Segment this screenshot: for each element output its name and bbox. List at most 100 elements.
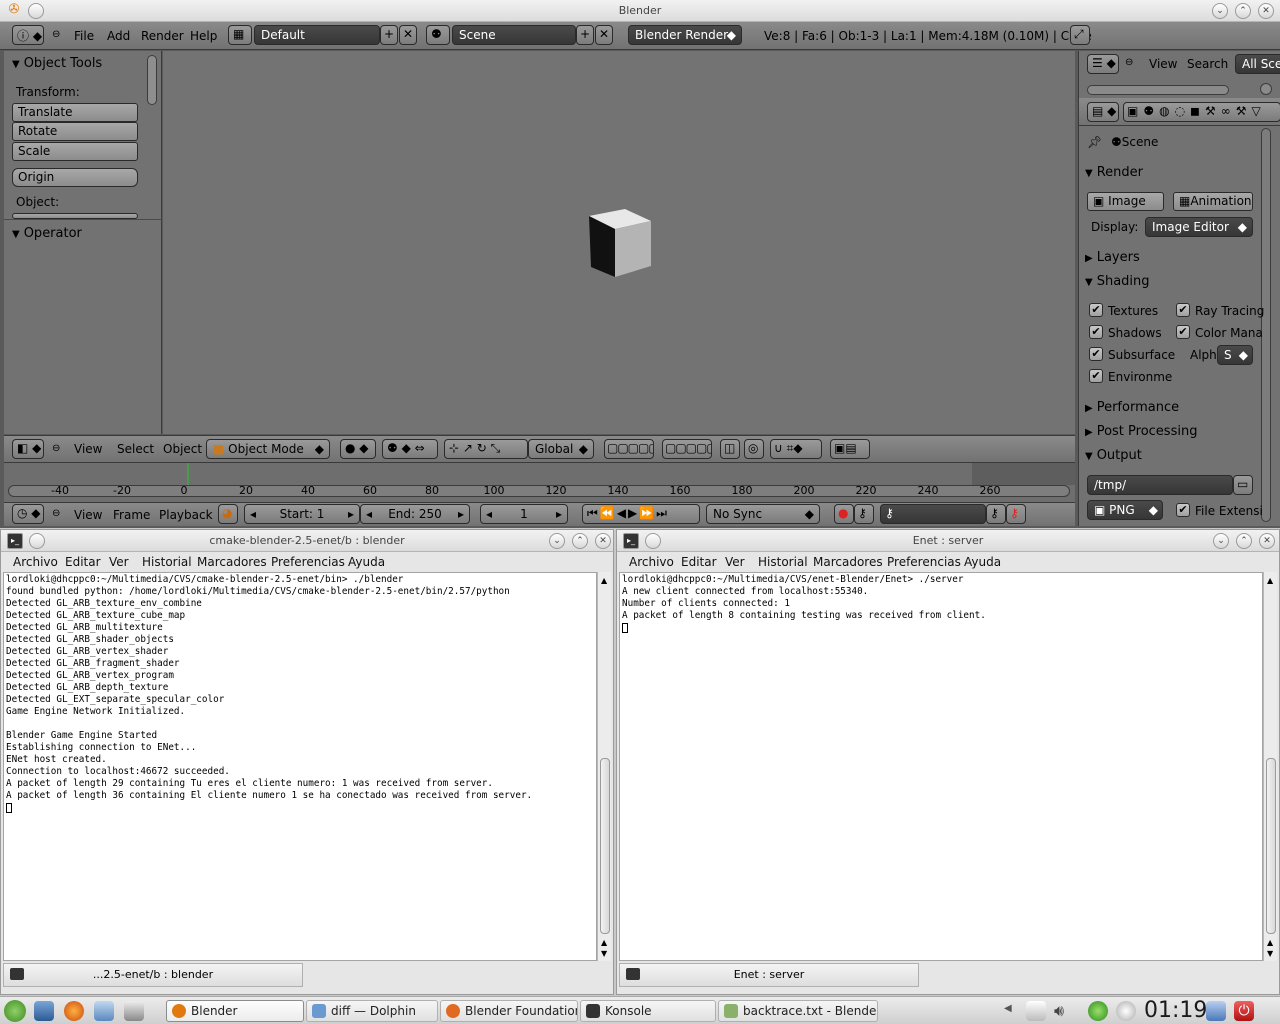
menu-editar[interactable]: Editar: [681, 555, 717, 569]
maximize-icon[interactable]: ⌃: [1235, 3, 1251, 19]
3d-viewport[interactable]: [163, 51, 1075, 434]
lock-screen-icon[interactable]: [1206, 1001, 1226, 1021]
folder-icon[interactable]: ▭: [1233, 475, 1253, 495]
menu-ayuda[interactable]: Ayuda: [964, 555, 1001, 569]
sync-select[interactable]: No Sync ◆: [706, 504, 820, 524]
scroll-down-icon[interactable]: ▼: [601, 949, 607, 958]
shadows-checkbox[interactable]: ✔: [1089, 325, 1103, 339]
minimize-icon[interactable]: ⌄: [1212, 3, 1228, 19]
task-backtrace[interactable]: backtrace.txt - Blender - C: [718, 1000, 878, 1022]
menu-preferencias[interactable]: Preferencias: [887, 555, 961, 569]
manipulator-buttons[interactable]: ⊹ ↗ ↻ ⤡: [444, 439, 528, 459]
viewport-shading-select[interactable]: ● ◆: [340, 439, 376, 459]
display-select[interactable]: Image Editor ◆: [1145, 217, 1253, 237]
operator-header[interactable]: ▼ Operator: [12, 226, 82, 241]
window-menu-icon[interactable]: [29, 533, 45, 549]
maximize-icon[interactable]: ⌃: [1236, 533, 1252, 549]
menu-editar[interactable]: Editar: [65, 555, 101, 569]
properties-scrollbar[interactable]: [1261, 128, 1271, 522]
terminal-output-right[interactable]: lordloki@dhcppc0:~/Multimedia/CVS/enet-B…: [619, 572, 1263, 961]
close-icon[interactable]: ✕: [595, 533, 611, 549]
menu-render[interactable]: Render: [141, 29, 184, 43]
konsole-left-title-bar[interactable]: cmake-blender-2.5-enet/b : blender ▸_ ⌄ …: [1, 530, 613, 552]
outliner-filter-select[interactable]: All Sce: [1235, 54, 1280, 74]
color-management-checkbox[interactable]: ✔: [1176, 325, 1190, 339]
scene-icon[interactable]: ⚉: [426, 25, 450, 45]
scroll-up-icon[interactable]: ▲: [601, 576, 607, 585]
menu-historial[interactable]: Historial: [758, 555, 808, 569]
power-icon[interactable]: ⏻: [1234, 1001, 1254, 1021]
maximize-icon[interactable]: ⌃: [572, 533, 588, 549]
close-icon[interactable]: ✕: [1259, 533, 1275, 549]
timeline-scrollbar[interactable]: [8, 485, 1070, 497]
context-tabs[interactable]: ▣⚉◍◌◼⚒∞⚒▽: [1123, 102, 1280, 122]
menu-marcadores[interactable]: Marcadores: [197, 555, 267, 569]
render-engine-select[interactable]: Blender Render ◆: [628, 25, 742, 45]
outliner-scrollbar[interactable]: [1087, 85, 1229, 95]
firefox-icon[interactable]: [64, 1001, 84, 1021]
timeline[interactable]: -40 -20 0 20 40 60 80 100 120 140 160 180 200 220 240 2…: [4, 462, 1075, 502]
orientation-select[interactable]: Global ◆: [528, 439, 594, 459]
task-dolphin[interactable]: diff — Dolphin: [306, 1000, 438, 1022]
current-frame-marker[interactable]: [187, 463, 189, 485]
fullscreen-icon[interactable]: ⤢: [1070, 25, 1090, 45]
menu-archivo[interactable]: Archivo: [13, 555, 58, 569]
menu-historial[interactable]: Historial: [142, 555, 192, 569]
konsole-app-icon[interactable]: ▸_: [7, 533, 23, 549]
view3d-editor-type-button[interactable]: ◧ ◆: [12, 439, 44, 459]
scroll-up-icon[interactable]: ▲: [1267, 576, 1273, 585]
menu-outliner-view[interactable]: View: [1149, 57, 1177, 71]
keying-icon[interactable]: ◕: [218, 504, 238, 524]
collapse-icon[interactable]: ⊖: [52, 443, 60, 454]
blender-title-bar[interactable]: Blender ✇ ⌄ ⌃ ✕: [0, 0, 1280, 22]
file-format-select[interactable]: ▣ PNG ◆: [1087, 500, 1163, 520]
screen-layout-field[interactable]: Default: [254, 25, 380, 45]
menu-marcadores[interactable]: Marcadores: [813, 555, 883, 569]
subsurface-checkbox[interactable]: ✔: [1089, 347, 1103, 361]
snap-buttons[interactable]: ∪ ⌗◆: [770, 439, 822, 459]
scroll-thumb[interactable]: [1266, 758, 1276, 934]
editor-type-button[interactable]: ⓘ ◆: [12, 25, 44, 45]
output-panel-header[interactable]: ▼ Output: [1085, 448, 1255, 468]
add-scene-icon[interactable]: +: [576, 25, 594, 45]
menu-ver[interactable]: Ver: [725, 555, 745, 569]
menu-ayuda[interactable]: Ayuda: [348, 555, 385, 569]
terminal-scrollbar-right[interactable]: ▲ ▲ ▼: [1263, 572, 1277, 961]
scene-field[interactable]: Scene: [452, 25, 576, 45]
scroll-thumb[interactable]: [600, 758, 610, 934]
tray-arrow-icon[interactable]: ◀: [1004, 1003, 1012, 1014]
textures-checkbox[interactable]: ✔: [1089, 303, 1103, 317]
environment-checkbox[interactable]: ✔: [1089, 369, 1103, 383]
render-panel-header[interactable]: ▼ Render: [1085, 165, 1255, 185]
current-frame-field[interactable]: ◂ 1 ▸: [480, 504, 568, 524]
collapse-icon[interactable]: ⊖: [52, 29, 60, 40]
konsole-right-tab[interactable]: Enet : server: [619, 963, 919, 987]
konsole-right-title-bar[interactable]: Enet : server ▸_ ⌄ ⌃ ✕: [617, 530, 1279, 552]
layer-buttons-1[interactable]: ▢▢▢▢▢: [604, 439, 654, 459]
menu-view[interactable]: View: [74, 442, 102, 456]
remove-scene-icon[interactable]: ✕: [595, 25, 613, 45]
outliner-editor-type-button[interactable]: ☰ ◆: [1087, 54, 1119, 74]
translate-button[interactable]: Translate: [12, 103, 138, 122]
scroll-up-icon-2[interactable]: ▲: [601, 938, 607, 947]
window-menu-icon[interactable]: [645, 533, 661, 549]
task-firefox[interactable]: Blender Foundation: Ble: [440, 1000, 578, 1022]
scale-button[interactable]: Scale: [12, 142, 138, 161]
menu-ver[interactable]: Ver: [109, 555, 129, 569]
clock[interactable]: 01:19: [1144, 998, 1207, 1023]
layer-buttons-2[interactable]: ▢▢▢▢▢: [662, 439, 712, 459]
render-buttons[interactable]: ▣▤: [830, 439, 870, 459]
pin-icon[interactable]: 📌︎: [1087, 135, 1102, 149]
performance-panel-header[interactable]: ▶ Performance: [1085, 400, 1255, 420]
scroll-up-icon-2[interactable]: ▲: [1267, 938, 1273, 947]
end-frame-field[interactable]: ◂ End: 250 ▸: [360, 504, 470, 524]
info-tray-icon[interactable]: [1116, 1001, 1136, 1021]
keying-set-field[interactable]: ⚷: [880, 504, 986, 524]
konsole-left-tab[interactable]: ...2.5-enet/b : blender: [3, 963, 303, 987]
menu-archivo[interactable]: Archivo: [629, 555, 674, 569]
collapse-icon[interactable]: ⊖: [1125, 57, 1133, 68]
scroll-down-icon[interactable]: ▼: [1267, 949, 1273, 958]
add-screen-icon[interactable]: +: [380, 25, 398, 45]
menu-select[interactable]: Select: [117, 442, 154, 456]
delete-key-icon[interactable]: ⚷: [1006, 504, 1026, 524]
